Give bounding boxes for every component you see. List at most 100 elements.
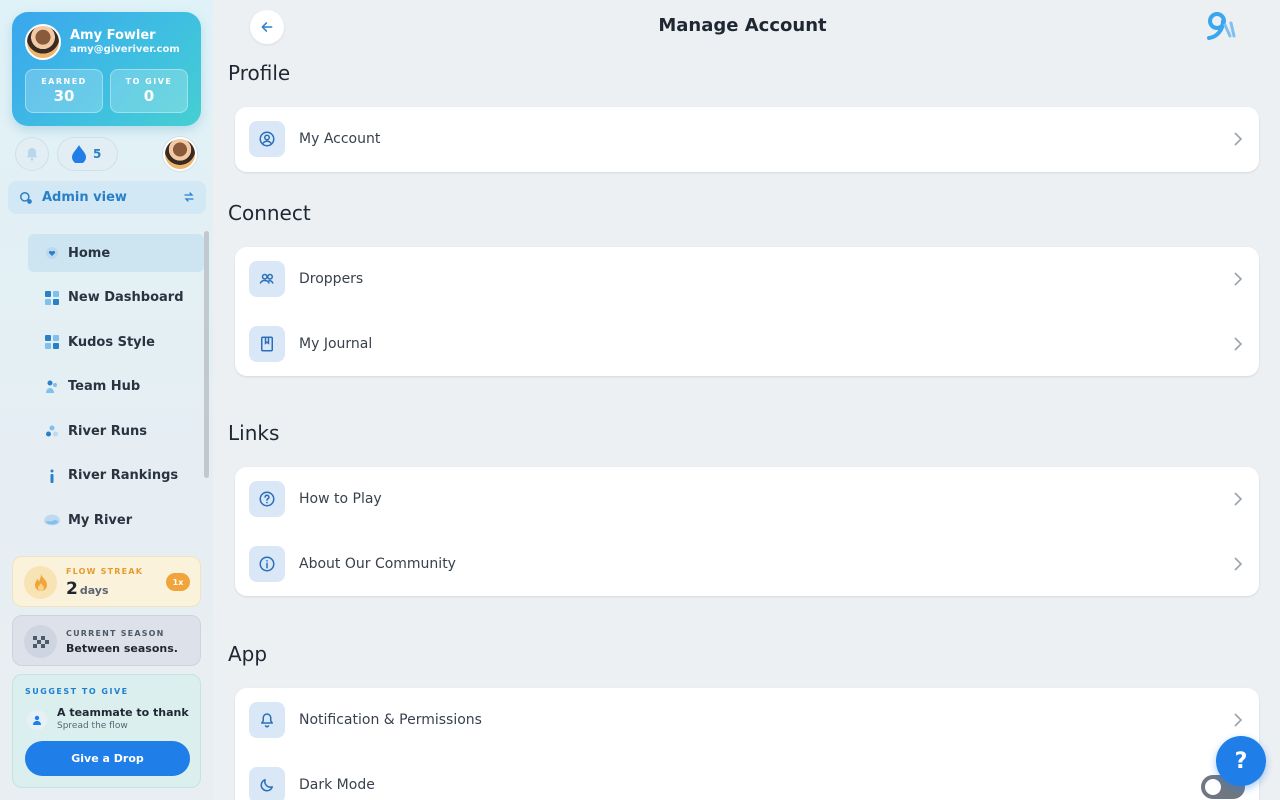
user-email: amy@giveriver.com	[70, 44, 180, 55]
streak-value: 2 days	[66, 579, 109, 599]
sidebar-item-team-hub[interactable]: Team Hub	[28, 368, 204, 406]
links-group: How to Play About Our Community	[235, 467, 1259, 596]
sidebar-nav: Home New Dashboard Kudos Style Team Hub …	[28, 234, 204, 546]
section-title-app: App	[228, 642, 268, 666]
swap-icon	[184, 192, 194, 202]
sidebar: Amy Fowler amy@giveriver.com EARNED 30 T…	[0, 0, 213, 800]
sidebar-item-label: My River	[68, 512, 133, 528]
row-label: My Account	[299, 131, 381, 148]
row-about-our-community[interactable]: About Our Community	[235, 532, 1259, 597]
drops-count: 5	[93, 147, 102, 161]
bell-icon	[26, 148, 38, 161]
admin-view-label: Admin view	[42, 190, 127, 205]
row-how-to-play[interactable]: How to Play	[235, 467, 1259, 532]
sidebar-item-label: Home	[68, 245, 111, 261]
row-label: About Our Community	[299, 555, 456, 572]
streak-number: 2	[66, 579, 78, 599]
sidebar-item-label: Kudos Style	[68, 334, 155, 350]
give-a-drop-button[interactable]: Give a Drop	[25, 741, 190, 776]
to-give-value: 0	[143, 87, 155, 105]
season-label: CURRENT SEASON	[66, 629, 165, 638]
current-season-card[interactable]: CURRENT SEASON Between seasons.	[12, 615, 201, 666]
section-title-connect: Connect	[228, 201, 311, 225]
notifications-button[interactable]	[15, 137, 49, 171]
row-droppers[interactable]: Droppers	[235, 247, 1259, 312]
toggle-knob	[1205, 778, 1221, 795]
sidebar-item-river-rankings[interactable]: River Rankings	[28, 457, 204, 495]
flow-streak-card[interactable]: FLOW STREAK 2 days 1x	[12, 556, 201, 607]
heart-drop-icon	[44, 245, 60, 261]
user-avatar	[25, 24, 61, 60]
sidebar-item-label: New Dashboard	[68, 290, 184, 305]
section-title-links: Links	[228, 421, 280, 445]
row-label: Dark Mode	[299, 776, 375, 793]
help-button[interactable]: ?	[1216, 736, 1266, 786]
main-content: Manage Account Profile My Account Connec…	[213, 0, 1280, 800]
sidebar-item-my-river[interactable]: My River	[28, 501, 204, 539]
row-dark-mode: Dark Mode	[235, 753, 1259, 800]
drops-icon	[44, 423, 60, 439]
row-my-journal[interactable]: My Journal	[235, 312, 1259, 377]
row-label: How to Play	[299, 491, 382, 508]
suggest-subtitle: Spread the flow	[57, 721, 128, 731]
chevron-right-icon	[1234, 132, 1243, 146]
admin-view-toggle[interactable]: Admin view	[8, 181, 206, 214]
row-notification-permissions[interactable]: Notification & Permissions	[235, 688, 1259, 753]
people-icon	[249, 261, 285, 298]
app-group: Notification & Permissions Dark Mode	[235, 688, 1259, 800]
journal-icon	[249, 325, 285, 362]
sidebar-item-new-dashboard[interactable]: New Dashboard	[28, 279, 204, 317]
admin-shield-icon	[20, 191, 32, 204]
profile-card[interactable]: Amy Fowler amy@giveriver.com EARNED 30 T…	[12, 12, 201, 126]
sidebar-item-river-runs[interactable]: River Runs	[28, 412, 204, 450]
user-name: Amy Fowler	[70, 28, 156, 43]
flame-icon	[24, 566, 57, 599]
row-my-account[interactable]: My Account	[235, 107, 1259, 172]
section-title-profile: Profile	[228, 61, 291, 85]
streak-multiplier-badge: 1x	[166, 573, 190, 591]
drops-counter[interactable]: 5	[57, 137, 118, 171]
page-title: Manage Account	[658, 15, 827, 36]
person-icon	[27, 710, 47, 730]
suggest-to-give-card: SUGGEST TO GIVE A teammate to thank Spre…	[12, 674, 201, 788]
sidebar-scrollbar[interactable]	[204, 231, 209, 478]
earned-label: EARNED	[41, 77, 87, 86]
dashboard-grid-icon	[44, 334, 60, 350]
sidebar-item-label: River Rankings	[68, 468, 179, 483]
drop-icon	[72, 145, 86, 163]
chevron-right-icon	[1234, 557, 1243, 571]
moon-icon	[249, 766, 285, 800]
checkered-flag-icon	[24, 625, 57, 658]
connect-group: Droppers My Journal	[235, 247, 1259, 376]
bell-icon	[249, 702, 285, 739]
chevron-right-icon	[1234, 492, 1243, 506]
sidebar-item-home[interactable]: Home	[28, 234, 204, 272]
chevron-right-icon	[1234, 272, 1243, 286]
dashboard-grid-icon	[44, 290, 60, 306]
streak-unit: days	[79, 584, 109, 597]
profile-group: My Account	[235, 107, 1259, 172]
sidebar-item-kudos-style[interactable]: Kudos Style	[28, 323, 204, 361]
ranking-icon	[44, 468, 60, 484]
question-circle-icon	[249, 481, 285, 518]
season-value: Between seasons.	[66, 642, 178, 655]
earned-stat: EARNED 30	[25, 69, 103, 113]
to-give-stat: TO GIVE 0	[110, 69, 188, 113]
user-circle-icon	[249, 121, 285, 158]
row-label: My Journal	[299, 335, 373, 352]
river-icon	[44, 512, 60, 528]
suggest-label: SUGGEST TO GIVE	[25, 687, 129, 696]
chevron-right-icon	[1234, 337, 1243, 351]
row-label: Notification & Permissions	[299, 712, 482, 729]
suggest-title: A teammate to thank	[57, 706, 189, 719]
row-label: Droppers	[299, 271, 364, 288]
sidebar-item-label: River Runs	[68, 423, 147, 439]
people-icon	[44, 379, 60, 395]
brand-logo-icon	[1207, 12, 1236, 40]
info-circle-icon	[249, 545, 285, 582]
sidebar-item-label: Team Hub	[68, 379, 141, 394]
earned-value: 30	[53, 87, 75, 105]
profile-avatar-button[interactable]	[163, 137, 197, 171]
streak-label: FLOW STREAK	[66, 567, 144, 576]
to-give-label: TO GIVE	[125, 77, 173, 86]
